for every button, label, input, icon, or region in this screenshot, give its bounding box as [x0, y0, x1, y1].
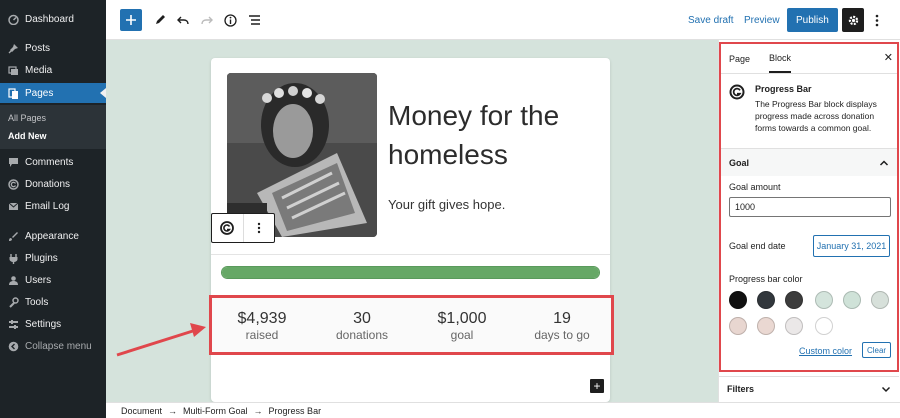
inspector-tabs: Page Block ✕ — [721, 44, 897, 74]
editor-screen: Dashboard Posts Media Pages All Pages Ad… — [0, 0, 900, 418]
panel-title: Filters — [727, 383, 755, 394]
close-icon[interactable]: ✕ — [884, 51, 893, 64]
clear-color-button[interactable]: Clear — [862, 342, 891, 358]
custom-color-link[interactable]: Custom color — [799, 346, 852, 356]
color-swatch[interactable] — [871, 291, 889, 309]
arrow-right-icon: → — [253, 405, 263, 416]
givewp-icon — [729, 84, 745, 100]
filters-panel-toggle[interactable]: Filters — [719, 376, 899, 400]
color-swatch[interactable] — [757, 291, 775, 309]
goal-end-date-picker[interactable]: January 31, 2021 — [813, 235, 890, 257]
goal-end-date-label: Goal end date — [729, 241, 786, 251]
goal-amount-label: Goal amount — [729, 182, 781, 192]
breadcrumb: Document → Multi-Form Goal → Progress Ba… — [106, 402, 900, 418]
breadcrumb-multi-form-goal[interactable]: Multi-Form Goal — [183, 406, 248, 416]
color-swatch[interactable] — [815, 317, 833, 335]
color-swatch[interactable] — [729, 317, 747, 335]
bar-color-label: Progress bar color — [729, 274, 803, 284]
settings-sidebar: Page Block ✕ Progress Bar The Progress B… — [718, 40, 900, 402]
block-name: Progress Bar — [755, 84, 812, 94]
chevron-up-icon — [879, 160, 889, 166]
goal-amount-input[interactable] — [729, 197, 891, 217]
inspector-highlight: Page Block ✕ Progress Bar The Progress B… — [719, 42, 899, 372]
color-swatch[interactable] — [785, 291, 803, 309]
breadcrumb-progress-bar[interactable]: Progress Bar — [269, 406, 322, 416]
chevron-down-icon — [881, 386, 891, 393]
color-swatch[interactable] — [815, 291, 833, 309]
tab-block[interactable]: Block — [769, 44, 792, 73]
breadcrumb-document[interactable]: Document — [121, 406, 162, 416]
block-description: The Progress Bar block displays progress… — [755, 99, 877, 133]
color-swatch[interactable] — [843, 291, 861, 309]
color-swatch[interactable] — [785, 317, 803, 335]
arrow-right-icon: → — [168, 405, 178, 416]
goal-panel-toggle[interactable]: Goal — [721, 148, 897, 176]
tab-page[interactable]: Page — [729, 44, 750, 73]
panel-title: Goal — [729, 157, 750, 168]
color-swatch[interactable] — [729, 291, 747, 309]
color-swatch[interactable] — [757, 317, 775, 335]
